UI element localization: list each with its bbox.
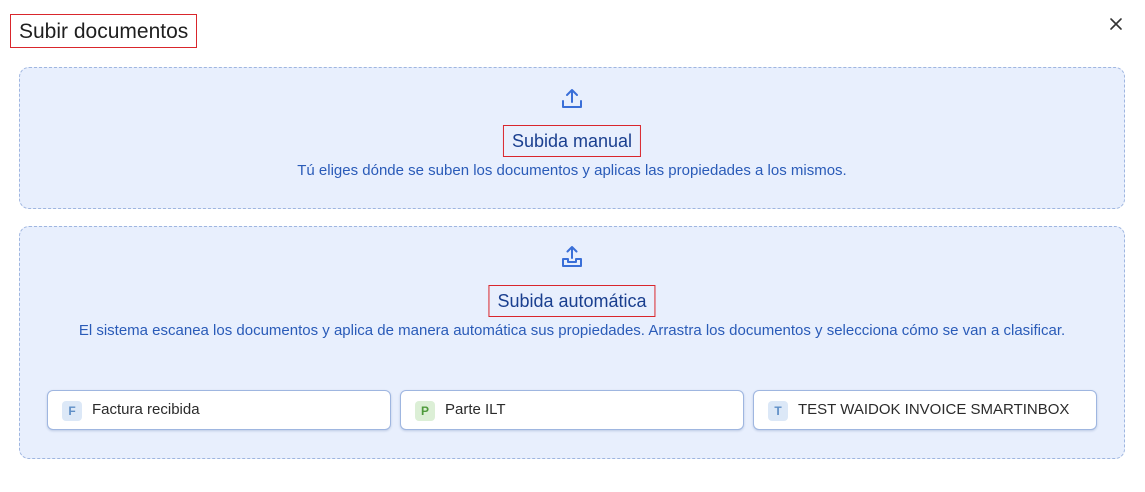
upload-icon: [562, 89, 582, 108]
document-type-factura-recibida[interactable]: F Factura recibida: [47, 390, 391, 430]
type-badge: T: [768, 401, 788, 421]
document-type-list: F Factura recibida P Parte ILT T TEST WA…: [47, 390, 1098, 430]
manual-upload-description: Tú eliges dónde se suben los documentos …: [297, 162, 847, 179]
close-icon[interactable]: [1106, 14, 1126, 34]
automatic-upload-description: El sistema escanea los documentos y apli…: [78, 322, 1066, 339]
document-type-parte-ilt[interactable]: P Parte ILT: [400, 390, 744, 430]
manual-upload-title: Subida manual: [502, 125, 642, 157]
type-label: TEST WAIDOK INVOICE SMARTINBOX: [798, 401, 1070, 418]
upload-documents-dialog: Subir documentos Subida manual Tú eliges…: [0, 0, 1145, 492]
type-label: Parte ILT: [445, 401, 506, 418]
automatic-upload-title: Subida automática: [488, 285, 656, 317]
type-label: Factura recibida: [92, 401, 200, 418]
automatic-upload-zone[interactable]: Subida automática El sistema escanea los…: [19, 226, 1125, 459]
upload-tray-icon: [562, 246, 582, 267]
document-type-test-waidok[interactable]: T TEST WAIDOK INVOICE SMARTINBOX: [753, 390, 1097, 430]
type-badge: F: [62, 401, 82, 421]
type-badge: P: [415, 401, 435, 421]
dialog-title: Subir documentos: [10, 14, 198, 48]
manual-upload-zone[interactable]: Subida manual Tú eliges dónde se suben l…: [19, 67, 1125, 209]
